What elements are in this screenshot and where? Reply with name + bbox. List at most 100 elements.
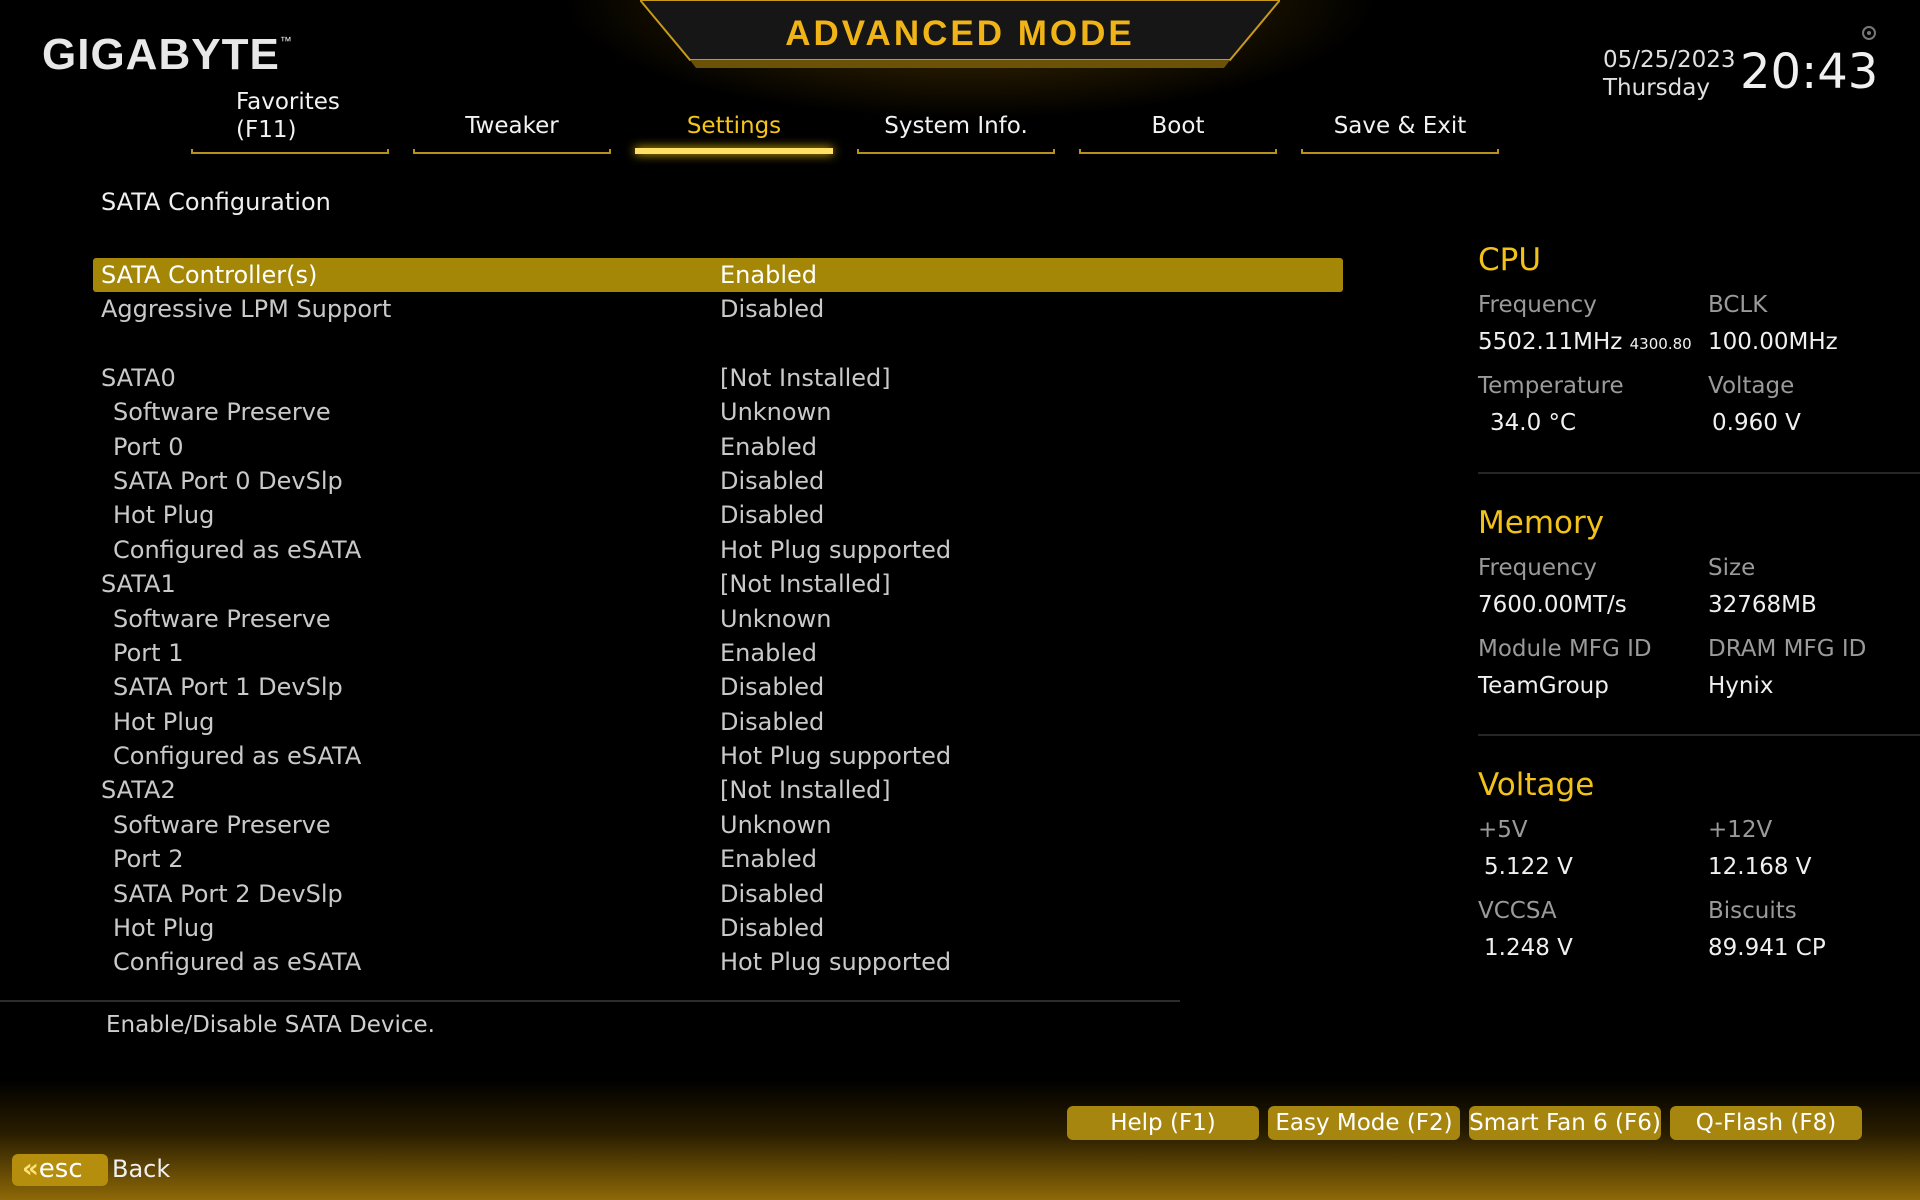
tab-settings[interactable]: Settings [635, 88, 833, 154]
panel-separator [1478, 472, 1920, 474]
esc-button[interactable]: «esc [12, 1154, 108, 1186]
setting-label: SATA2 [101, 776, 176, 805]
setting-value: Disabled [720, 673, 825, 702]
biscuits-value: 89.941 CP [1708, 935, 1826, 961]
tab-system-info[interactable]: System Info. [857, 88, 1055, 154]
setting-label: Software Preserve [113, 398, 331, 427]
vccsa-label: VCCSA [1478, 898, 1557, 924]
back-label[interactable]: Back [112, 1155, 170, 1183]
mode-title: ADVANCED MODE [785, 14, 1135, 53]
cpu-temperature-value: 34.0 °C [1490, 410, 1577, 436]
help-button[interactable]: Help (F1) [1067, 1106, 1259, 1140]
v5-label: +5V [1478, 817, 1528, 843]
cpu-temperature-label: Temperature [1478, 373, 1624, 399]
setting-sata0: SATA0 [Not Installed] [93, 361, 1343, 395]
tab-underline [191, 149, 389, 154]
setting-label: Aggressive LPM Support [101, 295, 392, 324]
settings-list: SATA Controller(s) Enabled Aggressive LP… [93, 258, 1343, 980]
setting-value: Disabled [720, 707, 825, 736]
setting-port-2-devslp[interactable]: SATA Port 2 DevSlp Disabled [93, 877, 1343, 911]
module-mfg-label: Module MFG ID [1478, 636, 1652, 662]
smart-fan-button[interactable]: Smart Fan 6 (F6) [1469, 1106, 1661, 1140]
setting-label: Configured as eSATA [113, 535, 362, 564]
setting-label: SATA Port 0 DevSlp [113, 466, 343, 495]
tab-save-exit[interactable]: Save & Exit [1301, 88, 1499, 154]
cpu-voltage-label: Voltage [1708, 373, 1795, 399]
section-title: SATA Configuration [101, 188, 331, 216]
setting-value: Disabled [720, 466, 825, 495]
setting-value: Enabled [720, 432, 817, 461]
memory-size-value: 32768MB [1708, 592, 1817, 618]
v5-value: 5.122 V [1484, 854, 1573, 880]
tab-save-exit-label: Save & Exit [1333, 113, 1467, 139]
setting-value: [Not Installed] [720, 776, 891, 805]
setting-port-0[interactable]: Port 0 Enabled [93, 430, 1343, 464]
setting-sata-controllers[interactable]: SATA Controller(s) Enabled [93, 258, 1343, 293]
setting-value: Unknown [720, 398, 832, 427]
cpu-bclk-label: BCLK [1708, 292, 1768, 318]
dram-mfg-label: DRAM MFG ID [1708, 636, 1867, 662]
setting-port-2[interactable]: Port 2 Enabled [93, 842, 1343, 876]
setting-port-0-devslp[interactable]: SATA Port 0 DevSlp Disabled [93, 464, 1343, 498]
setting-label: Software Preserve [113, 810, 331, 839]
tab-underline-active [635, 148, 833, 154]
clock: 20:43 [1740, 44, 1879, 100]
cpu-voltage-value: 0.960 V [1712, 410, 1801, 436]
biscuits-label: Biscuits [1708, 898, 1797, 924]
setting-value: Hot Plug supported [720, 742, 952, 771]
setting-label: SATA Port 2 DevSlp [113, 879, 343, 908]
tab-favorites-key: (F11) [236, 117, 297, 143]
memory-heading: Memory [1478, 505, 1605, 541]
setting-label: Hot Plug [113, 501, 215, 530]
tab-underline [413, 149, 611, 154]
tab-tweaker[interactable]: Tweaker [413, 88, 611, 154]
setting-label: Configured as eSATA [113, 948, 362, 977]
date-display: 05/25/2023 Thursday [1603, 46, 1736, 102]
setting-label: SATA1 [101, 570, 176, 599]
setting-label: Port 0 [113, 432, 184, 461]
gear-icon[interactable] [1862, 26, 1876, 40]
setting-aggressive-lpm[interactable]: Aggressive LPM Support Disabled [93, 292, 1343, 326]
footer-glow [0, 1080, 1920, 1200]
setting-value: Enabled [720, 261, 817, 289]
tab-underline [1079, 149, 1277, 154]
voltage-heading: Voltage [1478, 767, 1595, 803]
setting-software-preserve-0: Software Preserve Unknown [93, 395, 1343, 429]
setting-value: Unknown [720, 604, 832, 633]
tab-boot[interactable]: Boot [1079, 88, 1277, 154]
day-value: Thursday [1603, 75, 1710, 101]
memory-frequency-label: Frequency [1478, 555, 1597, 581]
dram-mfg-value: Hynix [1708, 673, 1774, 699]
double-chevron-left-icon: « [22, 1154, 39, 1184]
easy-mode-button[interactable]: Easy Mode (F2) [1268, 1106, 1460, 1140]
setting-value: [Not Installed] [720, 570, 891, 599]
setting-label: SATA Controller(s) [101, 261, 318, 289]
module-mfg-value: TeamGroup [1478, 673, 1609, 699]
setting-label: SATA Port 1 DevSlp [113, 673, 343, 702]
esc-label: esc [38, 1154, 83, 1184]
setting-hot-plug-0[interactable]: Hot Plug Disabled [93, 498, 1343, 532]
q-flash-button[interactable]: Q-Flash (F8) [1670, 1106, 1862, 1140]
setting-label: Hot Plug [113, 914, 215, 943]
setting-esata-0: Configured as eSATA Hot Plug supported [93, 533, 1343, 567]
setting-hot-plug-2[interactable]: Hot Plug Disabled [93, 911, 1343, 945]
setting-label: Port 1 [113, 638, 184, 667]
setting-hot-plug-1[interactable]: Hot Plug Disabled [93, 705, 1343, 739]
setting-software-preserve-2: Software Preserve Unknown [93, 808, 1343, 842]
cpu-bclk-value: 100.00MHz [1708, 329, 1838, 355]
setting-sata2: SATA2 [Not Installed] [93, 773, 1343, 807]
tab-underline [1301, 149, 1499, 154]
cpu-frequency-label: Frequency [1478, 292, 1597, 318]
setting-value: Hot Plug supported [720, 948, 952, 977]
setting-value: [Not Installed] [720, 363, 891, 392]
help-divider [0, 1000, 1180, 1002]
setting-port-1[interactable]: Port 1 Enabled [93, 636, 1343, 670]
setting-port-1-devslp[interactable]: SATA Port 1 DevSlp Disabled [93, 670, 1343, 704]
setting-software-preserve-1: Software Preserve Unknown [93, 602, 1343, 636]
setting-value: Disabled [720, 501, 825, 530]
tab-favorites[interactable]: Favorites (F11) [191, 88, 389, 154]
setting-value: Unknown [720, 810, 832, 839]
date-value: 05/25/2023 [1603, 47, 1736, 73]
panel-separator [1478, 734, 1920, 736]
